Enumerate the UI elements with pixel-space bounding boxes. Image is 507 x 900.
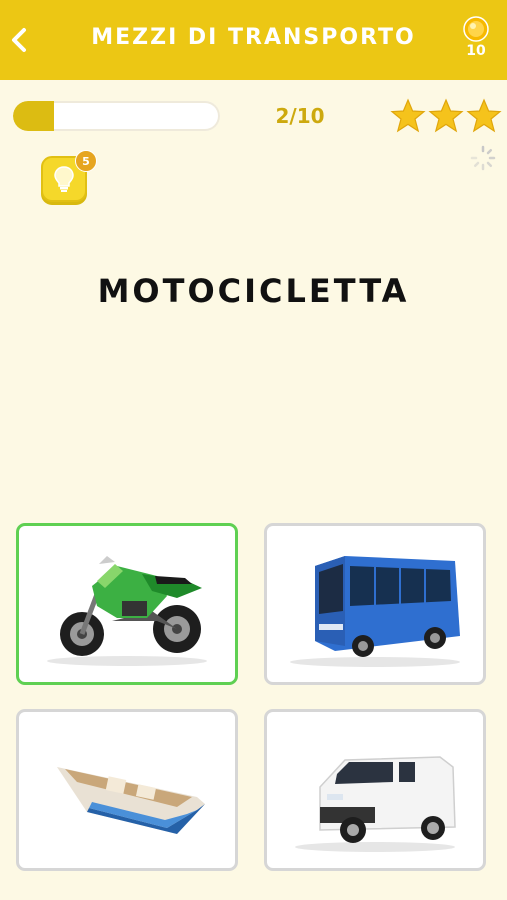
- boat-image: [57, 767, 205, 834]
- hint-count-badge: 5: [75, 150, 97, 172]
- back-button[interactable]: [4, 22, 34, 58]
- bus-image: [290, 556, 460, 667]
- lightbulb-icon: [54, 166, 74, 192]
- gold-coin-icon: [463, 16, 489, 42]
- hint-button[interactable]: 5: [41, 150, 97, 202]
- van-image: [295, 756, 456, 852]
- star-icon: [428, 98, 464, 133]
- star-icon: [466, 98, 502, 133]
- progress-fill: [13, 101, 55, 131]
- stars-rating: [390, 98, 502, 136]
- spinner-icon: [470, 145, 496, 171]
- answer-card-motorcycle[interactable]: [16, 523, 238, 685]
- star-icon: [390, 98, 426, 133]
- top-bar: MEZZI DI TRANSPORTO 10: [0, 0, 507, 80]
- answer-card-van[interactable]: [264, 709, 486, 871]
- question-counter: 2/10: [275, 104, 325, 128]
- progress-bar: [13, 101, 220, 131]
- coin-count: 10: [466, 43, 486, 59]
- coin-counter[interactable]: 10: [459, 16, 493, 66]
- answer-card-boat[interactable]: [16, 709, 238, 871]
- chevron-left-icon: [12, 28, 26, 52]
- motorcycle-image: [47, 556, 207, 666]
- question-word: MOTOCICLETTA: [97, 272, 410, 310]
- answer-card-bus[interactable]: [264, 523, 486, 685]
- page-title: MEZZI DI TRANSPORTO: [91, 25, 416, 50]
